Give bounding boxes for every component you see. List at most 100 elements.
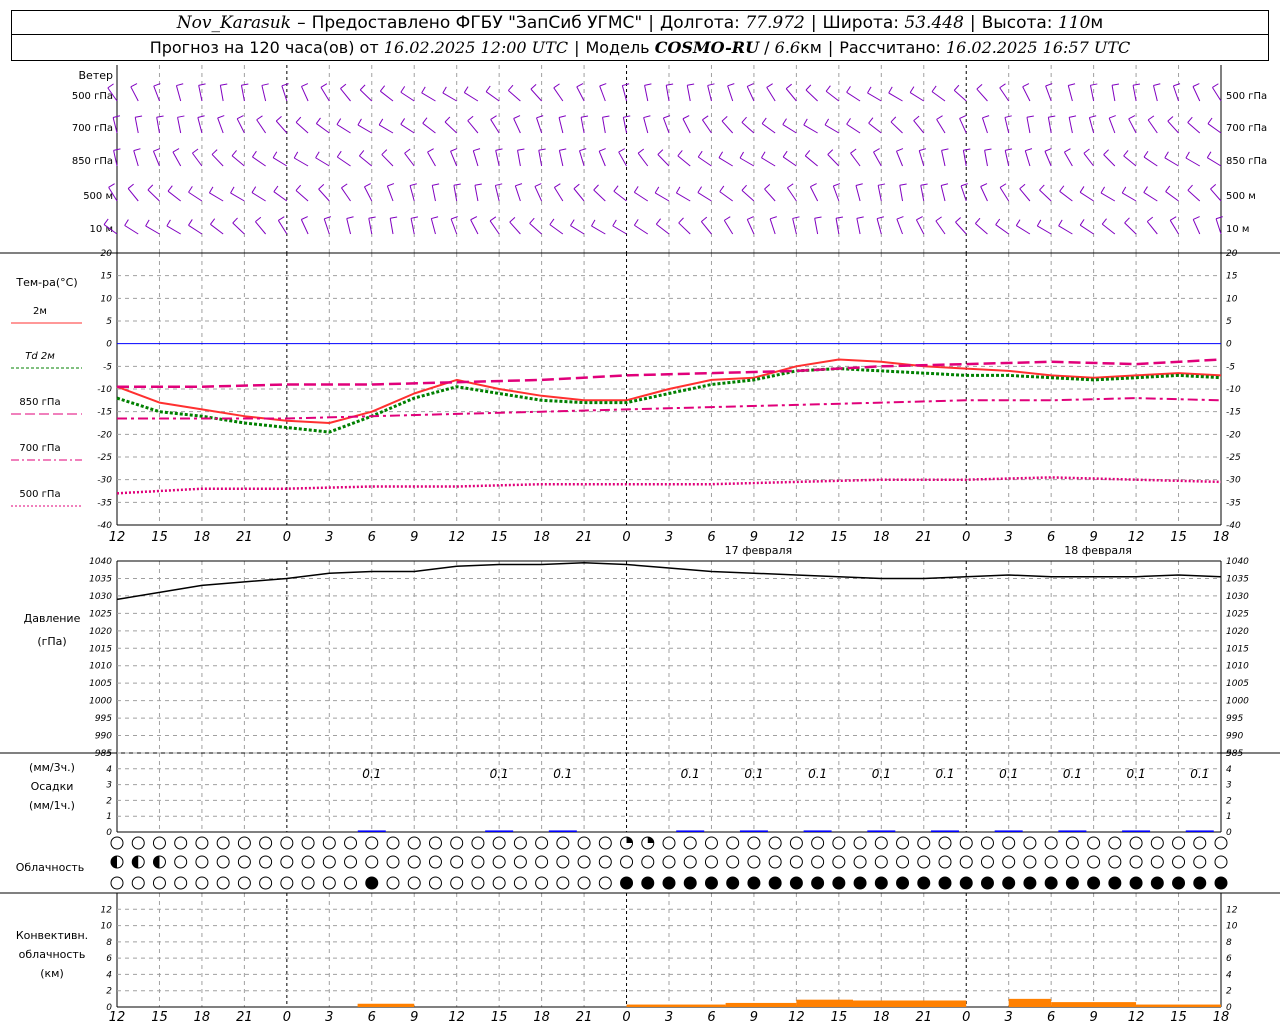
wind-barb: [644, 85, 649, 102]
wind-barb-flag: [633, 186, 639, 193]
wind-barb: [612, 225, 627, 235]
x-tick-label: 0: [962, 530, 970, 545]
wind-barb-flag: [896, 148, 904, 152]
precip-bar: [1058, 830, 1087, 832]
cloud-symbol: [237, 876, 251, 890]
wind-barb: [513, 118, 521, 134]
pressure-tick-left: 1035: [89, 574, 112, 584]
wind-barb: [364, 186, 373, 202]
wind-barb-flag: [761, 151, 766, 158]
convective-bar: [796, 999, 853, 1007]
wind-barb: [913, 120, 925, 134]
cloud-symbol: [874, 876, 888, 890]
cloud-symbol: [1172, 855, 1186, 869]
temp-tick-left: 5: [106, 317, 112, 327]
wind-barb-flag: [340, 83, 347, 89]
wind-level-left: 10 м: [90, 224, 113, 235]
wind-barb-flag: [197, 115, 205, 119]
cloud-symbol: [1087, 876, 1101, 890]
wind-barb: [400, 91, 415, 102]
wind-barb-flag: [231, 150, 237, 157]
wind-barb: [890, 121, 903, 134]
wind-barb-flag: [381, 149, 388, 155]
wind-barb: [378, 124, 394, 134]
cloud-symbol: [259, 876, 273, 890]
wind-barb: [113, 150, 118, 167]
wind-barb-flag: [177, 115, 185, 118]
cloud-symbol: [1193, 876, 1207, 890]
wind-barb-flag: [678, 217, 684, 224]
pressure-tick-left: 995: [95, 714, 112, 724]
wind-barb-flag: [549, 218, 555, 225]
wind-barb: [981, 117, 988, 134]
cloud-symbol: [535, 836, 549, 850]
wind-barb-flag: [747, 83, 754, 87]
wind-barb-flag: [145, 219, 150, 227]
wind-barb: [1212, 87, 1222, 102]
cloud-symbol: [598, 855, 612, 869]
wind-barb: [130, 86, 139, 102]
wind-barb: [868, 122, 882, 134]
wind-barb: [746, 219, 755, 235]
cloud-symbol: [662, 836, 676, 850]
wind-barb: [741, 122, 755, 134]
wind-barb: [824, 124, 840, 134]
x-tick-label: 15: [831, 1010, 848, 1024]
x-tick-label: 9: [410, 530, 418, 545]
wind-barb-flag: [963, 148, 971, 151]
wind-barb-flag: [909, 86, 915, 93]
wind-barb: [1083, 152, 1095, 167]
wind-barb: [999, 187, 1010, 202]
wind-barb-flag: [573, 183, 580, 190]
conv-title-2: облачность: [19, 948, 86, 961]
wind-barb-flag: [1207, 117, 1213, 124]
cloud-symbol: [811, 855, 825, 869]
wind-barb: [340, 88, 351, 102]
temp-tick-right: 0: [1226, 340, 1232, 350]
wind-barb: [918, 150, 925, 167]
wind-barb-flag: [666, 83, 674, 86]
wind-barb: [534, 186, 543, 202]
cloud-symbol: [450, 836, 464, 850]
wind-barb-flag: [1036, 219, 1042, 227]
x-tick-label: 15: [151, 530, 168, 545]
wind-title: Ветер: [79, 69, 113, 82]
conv-tick-left: 10: [101, 922, 113, 932]
wind-barb: [198, 85, 203, 102]
cloud-symbol: [301, 855, 315, 869]
wind-barb: [145, 225, 160, 235]
cloud-symbol: [577, 855, 591, 869]
cloud-symbol: [216, 836, 230, 850]
wind-barb: [995, 224, 1009, 235]
wind-barb: [1165, 191, 1179, 202]
cloud-symbol: [1172, 876, 1186, 890]
wind-barb: [230, 192, 245, 202]
wind-barb: [336, 124, 351, 134]
wind-barb-flag: [474, 183, 482, 186]
wind-barb-flag: [787, 183, 794, 189]
temp-tick-left: -30: [97, 476, 112, 486]
wind-barb: [1128, 118, 1137, 134]
wind-barb-flag: [509, 217, 516, 223]
conv-tick-left: 12: [101, 905, 113, 915]
wind-barb-flag: [217, 115, 225, 119]
wind-barb-flag: [936, 115, 943, 120]
cloud-symbol: [195, 876, 209, 890]
wind-barb: [1044, 151, 1052, 167]
wind-barb-flag: [1143, 186, 1148, 193]
wind-barb: [156, 117, 160, 134]
cloud-symbol: [556, 876, 570, 890]
wind-barb: [1079, 191, 1094, 202]
x-tick-label: 15: [491, 1010, 508, 1024]
wind-barb-flag: [251, 186, 257, 193]
wind-barb-flag: [507, 84, 514, 91]
precip-bar: [485, 830, 514, 832]
wind-barb: [697, 192, 712, 202]
wind-barb-flag: [172, 148, 180, 153]
pressure-tick-left: 1000: [89, 697, 112, 707]
cloud-symbol: [1044, 855, 1058, 869]
cloud-symbol: [874, 836, 888, 850]
conv-tick-right: 6: [1226, 954, 1232, 964]
wind-barb-flag: [495, 148, 503, 151]
cloud-symbol: [811, 836, 825, 850]
